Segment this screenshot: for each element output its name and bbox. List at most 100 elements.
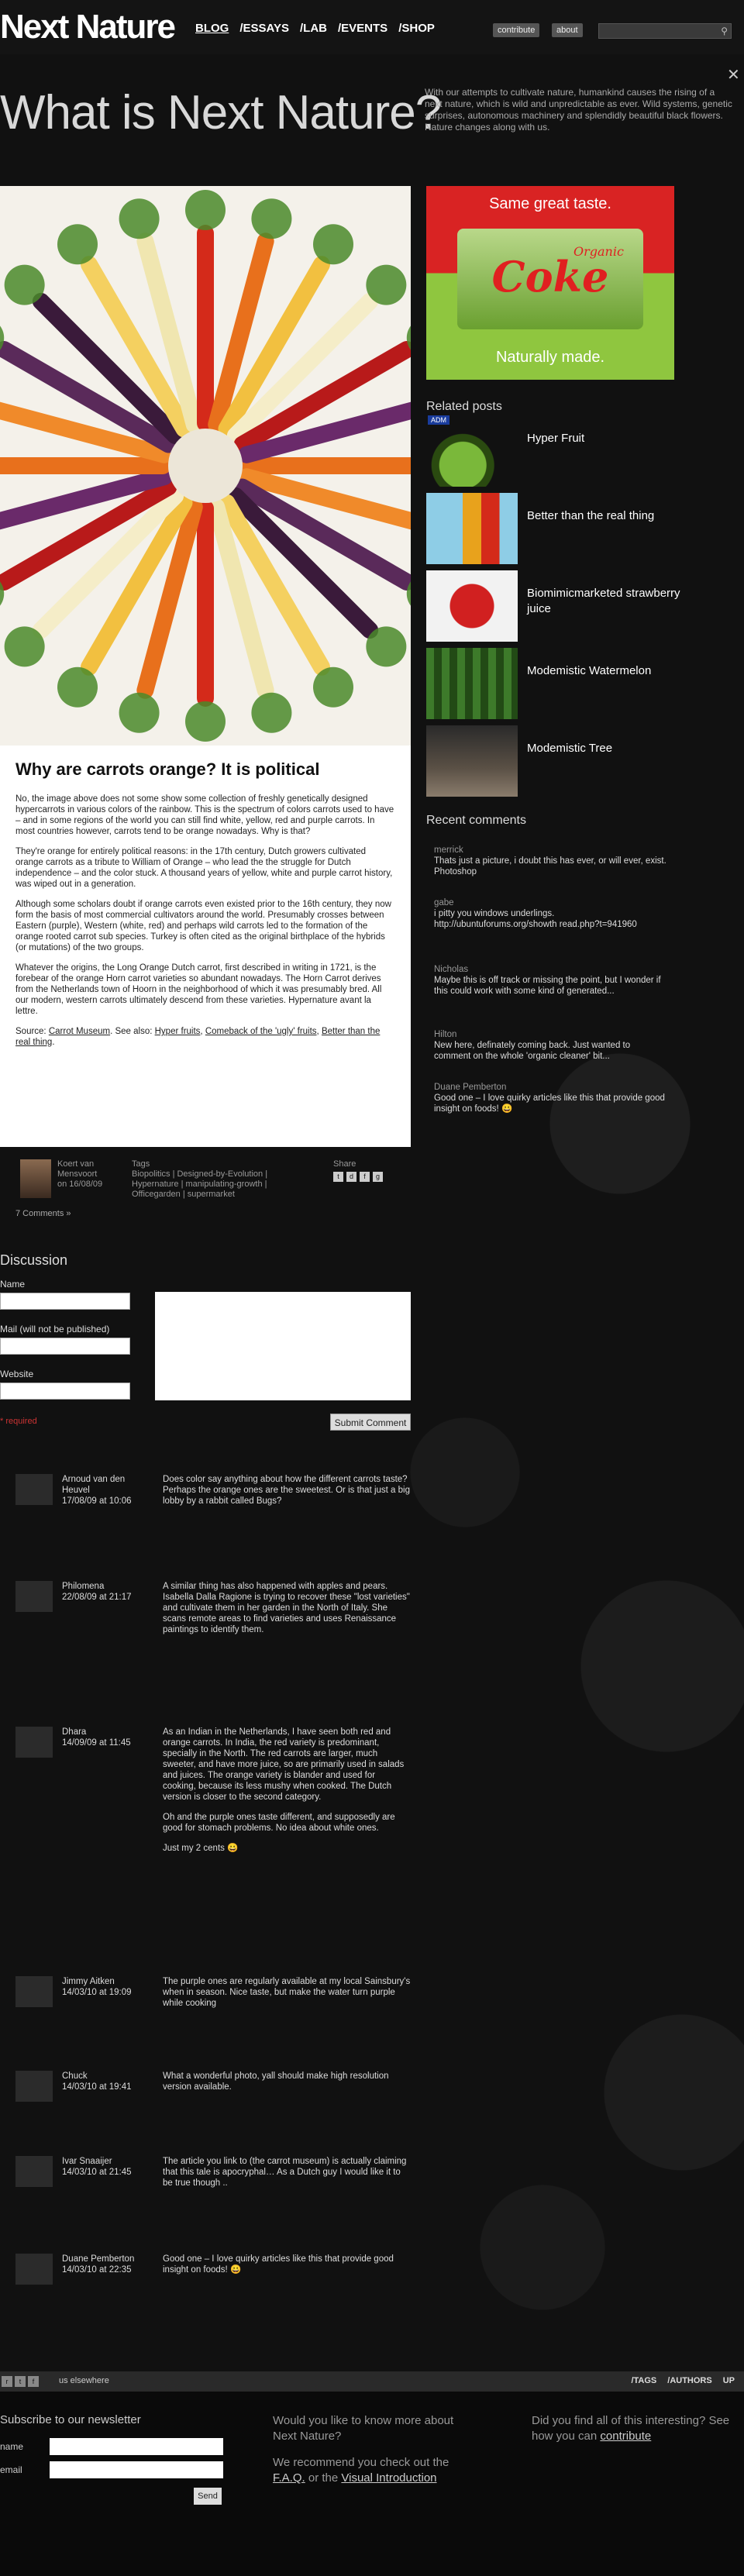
footer-link-tags[interactable]: /TAGS: [631, 2376, 656, 2385]
recent-comment-author[interactable]: merrick: [434, 845, 666, 856]
comment-date[interactable]: 14/03/10 at 21:45: [62, 2167, 155, 2178]
related-post-title[interactable]: Hyper Fruit: [527, 431, 682, 446]
related-post-title[interactable]: Modemistic Tree: [527, 741, 682, 756]
related-thumbnail[interactable]: [426, 570, 518, 642]
recent-comment-author[interactable]: gabe: [434, 897, 666, 908]
search-input[interactable]: ⚲: [598, 23, 732, 39]
faq-link[interactable]: F.A.Q.: [273, 2471, 305, 2485]
footer-question: Would you like to know more about Next N…: [273, 2414, 454, 2443]
twitter-icon[interactable]: t: [15, 2376, 26, 2387]
comment-date[interactable]: 14/03/10 at 19:09: [62, 1987, 155, 1998]
related-post-title[interactable]: Biomimicmarketed strawberry juice: [527, 586, 682, 617]
comment-author: Chuck 14/03/10 at 19:41: [62, 2071, 155, 2092]
comment-date[interactable]: 17/08/09 at 10:06: [62, 1496, 155, 1507]
footer-link-authors[interactable]: /AUTHORS: [667, 2376, 711, 2385]
rss-icon[interactable]: r: [2, 2376, 12, 2387]
visual-intro-link[interactable]: Visual Introduction: [341, 2471, 436, 2485]
related-thumbnail[interactable]: ADM: [426, 415, 518, 487]
recent-comment-text[interactable]: New here, definately coming back. Just w…: [434, 1040, 666, 1062]
related-post-title[interactable]: Modemistic Watermelon: [527, 663, 682, 679]
about-button[interactable]: about: [552, 23, 583, 37]
related-post[interactable]: Biomimicmarketed strawberry juice: [426, 570, 682, 642]
comment-date[interactable]: 14/03/10 at 22:35: [62, 2264, 155, 2275]
twitter-icon[interactable]: t: [333, 1172, 343, 1182]
related-thumbnail[interactable]: [426, 725, 518, 797]
delicious-icon[interactable]: d: [346, 1172, 356, 1182]
search-icon[interactable]: ⚲: [721, 26, 728, 36]
newsletter-send-button[interactable]: Send: [194, 2488, 222, 2505]
related-post[interactable]: Better than the real thing: [426, 493, 682, 564]
recent-comment-author[interactable]: Duane Pemberton: [434, 1082, 666, 1093]
related-post[interactable]: ADM Hyper Fruit: [426, 415, 682, 487]
article-paragraph: Although some scholars doubt if orange c…: [16, 900, 391, 952]
nav-shop[interactable]: /SHOP: [398, 22, 435, 35]
recent-comment[interactable]: Nicholas Maybe this is off track or miss…: [434, 964, 666, 997]
comment-date[interactable]: 22/08/09 at 21:17: [62, 1592, 155, 1603]
adm-badge: ADM: [428, 415, 450, 425]
carrot-greens: [251, 198, 292, 239]
ad-can: Organic Coke: [457, 229, 643, 329]
recent-comment[interactable]: merrick Thats just a picture, i doubt th…: [434, 845, 666, 877]
nav-essays[interactable]: /ESSAYS: [239, 22, 289, 35]
comment-body: Good one – I love quirky articles like t…: [163, 2254, 411, 2285]
contribute-link[interactable]: contribute: [600, 2430, 651, 2443]
tags-label: Tags: [132, 1159, 150, 1169]
facebook-icon[interactable]: f: [360, 1172, 370, 1182]
comment-author-name[interactable]: Chuck: [62, 2071, 155, 2082]
comment-author-name[interactable]: Jimmy Aitken: [62, 1976, 155, 1987]
comment-text: Just my 2 cents 😀: [163, 1844, 239, 1853]
related-post[interactable]: Modemistic Watermelon: [426, 648, 682, 719]
footer-link-up[interactable]: UP: [723, 2376, 735, 2385]
close-icon[interactable]: ✕: [727, 65, 740, 84]
newsletter-email-field[interactable]: [50, 2461, 223, 2478]
comment-text: Does color say anything about how the di…: [163, 1475, 410, 1506]
recent-comment-author[interactable]: Hilton: [434, 1029, 666, 1040]
related-thumbnail[interactable]: [426, 648, 518, 719]
comment-author-name[interactable]: Duane Pemberton: [62, 2254, 155, 2264]
site-logo[interactable]: Next Nature: [0, 8, 176, 46]
name-field[interactable]: [0, 1293, 130, 1310]
recent-comment[interactable]: Duane Pemberton Good one – I love quirky…: [434, 1082, 666, 1114]
comment-author-name[interactable]: Ivar Snaaijer: [62, 2156, 155, 2167]
submit-comment-button[interactable]: Submit Comment: [330, 1414, 411, 1431]
mail-field[interactable]: [0, 1338, 130, 1355]
source-prefix: Source:: [16, 1027, 49, 1036]
source-link[interactable]: Carrot Museum: [49, 1027, 110, 1036]
facebook-icon[interactable]: f: [28, 2376, 39, 2387]
recent-comment-text[interactable]: i pitty you windows underlings. http://u…: [434, 908, 666, 930]
recent-comment-text[interactable]: Maybe this is off track or missing the p…: [434, 975, 666, 997]
comment-author-name[interactable]: Arnoud van den Heuvel: [62, 1474, 155, 1496]
comment-date[interactable]: 14/09/09 at 11:45: [62, 1737, 155, 1748]
comment-date[interactable]: 14/03/10 at 19:41: [62, 2082, 155, 2092]
nav-blog[interactable]: BLOG: [195, 22, 229, 35]
comment-avatar: [16, 2254, 53, 2285]
comment-author-name[interactable]: Philomena: [62, 1581, 155, 1592]
nav-events[interactable]: /EVENTS: [338, 22, 388, 35]
hero-intro: With our attempts to cultivate nature, h…: [425, 87, 732, 133]
comment-author: Dhara 14/09/09 at 11:45: [62, 1727, 155, 1748]
recent-comment-author[interactable]: Nicholas: [434, 964, 666, 975]
comment-avatar: [16, 2071, 53, 2102]
related-link-hyper-fruits[interactable]: Hyper fruits: [155, 1027, 201, 1036]
related-link-ugly-fruits[interactable]: Comeback of the 'ugly' fruits: [205, 1027, 317, 1036]
digg-icon[interactable]: g: [373, 1172, 383, 1182]
related-post-title[interactable]: Better than the real thing: [527, 508, 682, 524]
footer-bar: r t f us elsewhere /TAGS /AUTHORS UP: [0, 2371, 744, 2392]
tags-list[interactable]: Biopolitics | Designed-by-Evolution | Hy…: [132, 1169, 287, 1200]
post-author[interactable]: Koert van Mensvoort on 16/08/09: [57, 1159, 104, 1190]
related-thumbnail[interactable]: [426, 493, 518, 564]
comment-author-name[interactable]: Dhara: [62, 1727, 155, 1737]
comment-textarea[interactable]: [155, 1292, 411, 1400]
nav-lab[interactable]: /LAB: [300, 22, 327, 35]
contribute-button[interactable]: contribute: [493, 23, 540, 37]
recent-comment[interactable]: gabe i pitty you windows underlings. htt…: [434, 897, 666, 930]
recent-comment[interactable]: Hilton New here, definately coming back.…: [434, 1029, 666, 1062]
comments-count-link[interactable]: 7 Comments »: [16, 1209, 71, 1218]
website-field[interactable]: [0, 1383, 130, 1400]
newsletter-name-field[interactable]: [50, 2438, 223, 2455]
advertisement[interactable]: Same great taste. Organic Coke Naturally…: [426, 186, 674, 380]
related-post[interactable]: Modemistic Tree: [426, 725, 682, 797]
recent-comment-text[interactable]: Thats just a picture, i doubt this has e…: [434, 856, 666, 877]
recent-comment-text[interactable]: Good one – I love quirky articles like t…: [434, 1093, 666, 1114]
comment-body: A similar thing has also happened with a…: [163, 1581, 411, 1644]
